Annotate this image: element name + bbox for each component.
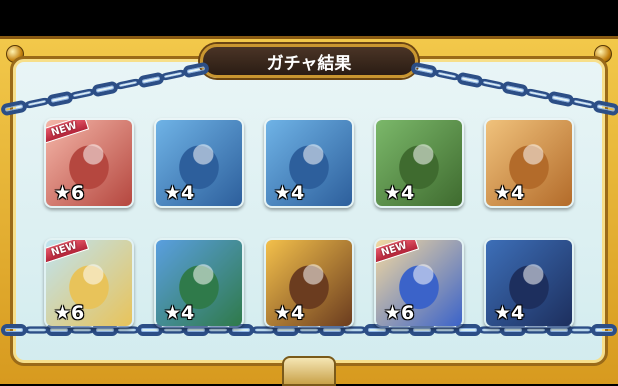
result-card[interactable]: ★4 [154,118,244,208]
rarity-stars: ★4 [164,302,195,324]
result-card[interactable]: ★6 NEW [44,118,134,208]
padlock-icon [282,356,336,386]
rarity-stars: ★4 [274,302,305,324]
rarity-stars: ★4 [494,182,525,204]
rarity-stars: ★6 [54,182,85,204]
rarity-stars: ★6 [54,302,85,324]
result-card[interactable]: ★6 NEW [374,238,464,328]
rarity-stars: ★4 [384,182,415,204]
result-card[interactable]: ★6 NEW [44,238,134,328]
result-card[interactable]: ★4 [154,238,244,328]
result-card[interactable]: ★4 [374,118,464,208]
chain-link [591,324,617,336]
result-card[interactable]: ★4 [484,238,574,328]
result-card[interactable]: ★4 [264,238,354,328]
page-title: ガチャ結果 [200,44,418,78]
page-title-text: ガチャ結果 [266,53,352,74]
rarity-stars: ★4 [274,182,305,204]
rarity-stars: ★4 [164,182,195,204]
rarity-stars: ★4 [494,302,525,324]
result-card[interactable]: ★4 [264,118,354,208]
result-card[interactable]: ★4 [484,118,574,208]
rarity-stars: ★6 [384,302,415,324]
